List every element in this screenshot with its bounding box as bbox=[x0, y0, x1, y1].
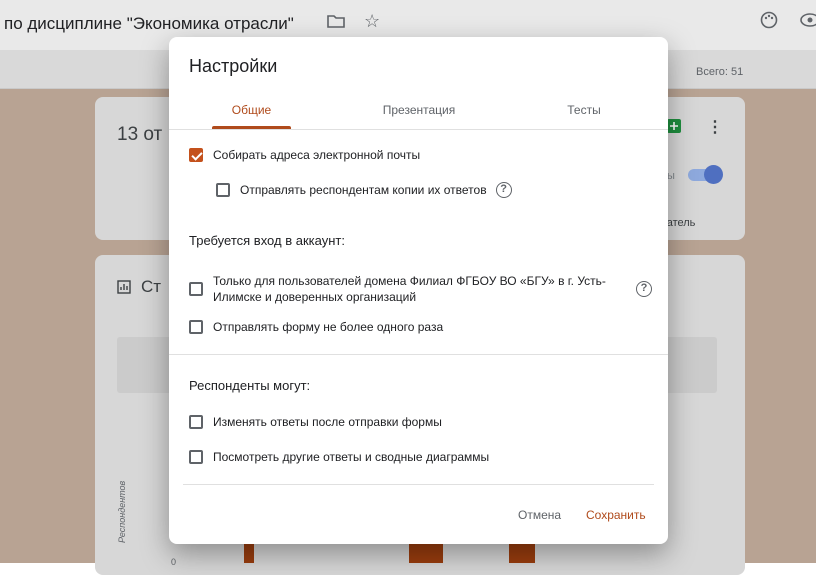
y-axis-label: Респондентов bbox=[117, 480, 127, 543]
domain-only-option[interactable]: Только для пользователей домена Филиал Ф… bbox=[189, 273, 652, 305]
chart-icon bbox=[117, 280, 131, 299]
settings-tabs: Общие Презентация Тесты bbox=[169, 97, 668, 130]
collect-emails-option[interactable]: Собирать адреса электронной почты bbox=[189, 148, 420, 162]
total-responses: Всего: 51 bbox=[696, 66, 744, 78]
edit-after-submit-option[interactable]: Изменять ответы после отправки формы bbox=[189, 415, 442, 429]
palette-icon[interactable] bbox=[760, 11, 778, 34]
y-axis-zero: 0 bbox=[171, 557, 177, 567]
eye-icon[interactable] bbox=[800, 11, 816, 34]
tab-presentation[interactable]: Презентация bbox=[364, 103, 474, 117]
help-icon[interactable]: ? bbox=[636, 281, 652, 297]
limit-one-response-checkbox[interactable] bbox=[189, 320, 203, 334]
collect-emails-checkbox[interactable] bbox=[189, 148, 203, 162]
domain-only-label: Только для пользователей домена Филиал Ф… bbox=[213, 274, 606, 304]
section-divider bbox=[169, 354, 668, 355]
document-title[interactable]: по дисциплине "Экономика отрасли" bbox=[4, 14, 294, 34]
accepting-toggle-knob[interactable] bbox=[704, 165, 723, 184]
cancel-button[interactable]: Отмена bbox=[518, 508, 561, 522]
responses-heading: 13 от bbox=[117, 124, 163, 145]
footer-divider bbox=[183, 484, 654, 485]
more-vert-icon[interactable]: ⋮ bbox=[707, 117, 723, 137]
send-copies-option[interactable]: Отправлять респондентам копии их ответов… bbox=[216, 182, 512, 198]
domain-only-checkbox[interactable] bbox=[189, 282, 203, 296]
save-button[interactable]: Сохранить bbox=[586, 508, 646, 522]
login-required-heading: Требуется вход в аккаунт: bbox=[189, 233, 345, 248]
send-copies-checkbox[interactable] bbox=[216, 183, 230, 197]
send-copies-label: Отправлять респондентам копии их ответов bbox=[240, 183, 487, 197]
edit-after-submit-label: Изменять ответы после отправки формы bbox=[213, 415, 442, 429]
tab-quizzes[interactable]: Тесты bbox=[544, 103, 624, 117]
edit-after-submit-checkbox[interactable] bbox=[189, 415, 203, 429]
see-summary-label: Посмотреть другие ответы и сводные диагр… bbox=[213, 450, 490, 464]
dialog-title: Настройки bbox=[189, 56, 278, 76]
limit-one-response-label: Отправлять форму не более одного раза bbox=[213, 320, 444, 334]
folder-icon[interactable] bbox=[327, 13, 345, 34]
sheets-icon[interactable] bbox=[667, 119, 681, 138]
active-tab-indicator bbox=[212, 126, 291, 129]
respondents-can-heading: Респонденты могут: bbox=[189, 378, 311, 393]
accepting-label: ы bbox=[667, 170, 675, 182]
see-summary-option[interactable]: Посмотреть другие ответы и сводные диагр… bbox=[189, 450, 489, 464]
limit-one-response-option[interactable]: Отправлять форму не более одного раза bbox=[189, 320, 443, 334]
summary-heading: Ст bbox=[141, 277, 162, 296]
settings-dialog: Настройки Общие Презентация Тесты Собира… bbox=[169, 37, 668, 544]
star-icon[interactable]: ☆ bbox=[364, 11, 380, 32]
help-icon[interactable]: ? bbox=[495, 182, 512, 198]
collect-emails-label: Собирать адреса электронной почты bbox=[213, 148, 421, 162]
tab-general[interactable]: Общие bbox=[212, 103, 291, 117]
see-summary-checkbox[interactable] bbox=[189, 450, 203, 464]
